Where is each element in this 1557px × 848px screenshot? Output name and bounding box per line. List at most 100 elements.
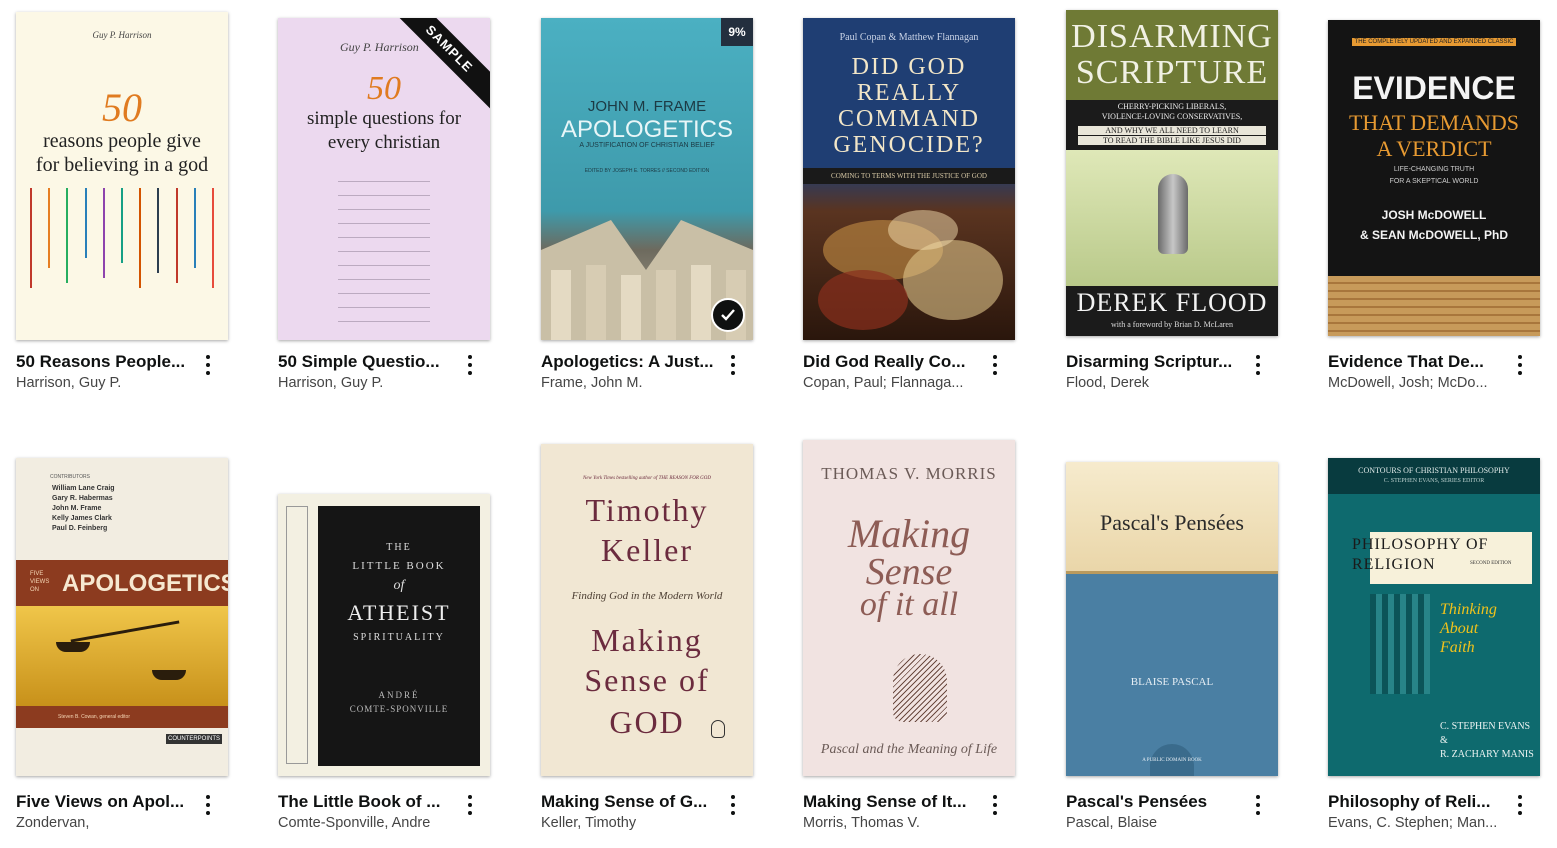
cover-title: RELIGION bbox=[1352, 556, 1436, 573]
scales-art bbox=[16, 606, 228, 706]
bomb-illustration bbox=[1066, 150, 1278, 286]
book-author: Comte-Sponville, Andre bbox=[278, 815, 431, 831]
parchment-art bbox=[1328, 276, 1540, 336]
book-title[interactable]: Philosophy of Reli... bbox=[1328, 792, 1506, 812]
more-options-icon[interactable] bbox=[462, 352, 478, 378]
book-cover[interactable]: Paul Copan & Matthew Flannagan DID GOD R… bbox=[803, 18, 1015, 340]
book-author: Zondervan, bbox=[16, 815, 90, 831]
cover-number: 50 bbox=[102, 85, 142, 130]
book-tile[interactable]: Guy P. Harrison 50 reasons people give f… bbox=[16, 0, 231, 391]
book-tile[interactable]: DISARMING SCRIPTURE CHERRY-PICKING LIBER… bbox=[1066, 0, 1281, 391]
cover-author: Keller bbox=[601, 532, 693, 568]
cover-author: THOMAS V. MORRIS bbox=[821, 464, 997, 483]
cover-author: Timothy bbox=[585, 492, 709, 528]
book-cover[interactable]: CONTOURS OF CHRISTIAN PHILOSOPHY C. STEP… bbox=[1328, 458, 1540, 776]
book-title[interactable]: 50 Simple Questio... bbox=[278, 352, 456, 372]
book-cover[interactable]: Guy P. Harrison 50 simple questions for … bbox=[278, 18, 490, 340]
book-title[interactable]: Five Views on Apol... bbox=[16, 792, 194, 812]
more-options-icon[interactable] bbox=[1512, 792, 1528, 818]
cover-banner: THE COMPLETELY UPDATED AND EXPANDED CLAS… bbox=[1352, 38, 1516, 46]
book-title[interactable]: Making Sense of G... bbox=[541, 792, 719, 812]
book-author: Evans, C. Stephen; Man... bbox=[1328, 815, 1498, 831]
pascal-portrait bbox=[893, 654, 947, 722]
more-options-icon[interactable] bbox=[462, 792, 478, 818]
more-options-icon[interactable] bbox=[987, 352, 1003, 378]
cover-title: of it all bbox=[859, 586, 959, 623]
book-author: Keller, Timothy bbox=[541, 815, 637, 831]
book-title[interactable]: 50 Reasons People... bbox=[16, 352, 194, 372]
cover-title: THE bbox=[386, 542, 412, 553]
book-author: Morris, Thomas V. bbox=[803, 815, 920, 831]
book-tile[interactable]: Paul Copan & Matthew Flannagan DID GOD R… bbox=[803, 0, 1018, 391]
cover-editor: EDITED BY JOSEPH E. TORRES // SECOND EDI… bbox=[584, 168, 710, 174]
cover-title: EVIDENCE bbox=[1352, 70, 1516, 106]
cover-subtitle: CHERRY-PICKING LIBERALS, bbox=[1117, 102, 1227, 111]
book-tile[interactable]: CONTRIBUTORS William Lane Craig Gary R. … bbox=[16, 440, 231, 831]
cover-title: simple questions for bbox=[306, 108, 462, 129]
cover-author: JOHN M. FRAME bbox=[587, 98, 707, 115]
cover-question-art bbox=[338, 168, 430, 328]
cover-title: Pascal's Pensées bbox=[1100, 510, 1244, 535]
cover-author: JOSH McDOWELL bbox=[1381, 208, 1487, 222]
book-title[interactable]: Pascal's Pensées bbox=[1066, 792, 1244, 812]
more-options-icon[interactable] bbox=[1512, 352, 1528, 378]
cover-title: Making bbox=[591, 622, 703, 658]
cover-title: every christian bbox=[327, 132, 441, 153]
book-cover[interactable]: DISARMING SCRIPTURE CHERRY-PICKING LIBER… bbox=[1066, 10, 1278, 336]
book-cover[interactable]: JOHN M. FRAME APOLOGETICS A JUSTIFICATIO… bbox=[541, 18, 753, 340]
book-tile[interactable]: CONTOURS OF CHRISTIAN PHILOSOPHY C. STEP… bbox=[1328, 440, 1543, 831]
more-options-icon[interactable] bbox=[200, 352, 216, 378]
cover-edition: SECOND EDITION bbox=[1470, 561, 1512, 566]
cover-title: reasons people give bbox=[43, 130, 201, 152]
book-tile[interactable]: THOMAS V. MORRIS Making Sense of it all … bbox=[803, 440, 1018, 831]
book-author: Frame, John M. bbox=[541, 375, 643, 391]
cover-title: A VERDICT bbox=[1376, 136, 1492, 161]
book-cover[interactable]: THOMAS V. MORRIS Making Sense of it all … bbox=[803, 440, 1015, 776]
book-cover[interactable]: Guy P. Harrison 50 reasons people give f… bbox=[16, 12, 228, 340]
book-cover[interactable]: New York Times bestselling author of THE… bbox=[541, 444, 753, 776]
book-title[interactable]: The Little Book of ... bbox=[278, 792, 456, 812]
book-cover[interactable]: Pascal's Pensées BLAISE PASCAL A PUBLIC … bbox=[1066, 462, 1278, 776]
book-cover[interactable]: THE COMPLETELY UPDATED AND EXPANDED CLAS… bbox=[1328, 20, 1540, 336]
book-cover[interactable]: THE LITTLE BOOK of ATHEIST SPIRITUALITY … bbox=[278, 494, 490, 776]
book-cover[interactable]: CONTRIBUTORS William Lane Craig Gary R. … bbox=[16, 458, 228, 776]
more-options-icon[interactable] bbox=[987, 792, 1003, 818]
cover-title: for believing in a god bbox=[35, 154, 209, 176]
cover-subtitle: Pascal and the Meaning of Life bbox=[820, 742, 998, 757]
cover-author: COMTE-SPONVILLE bbox=[349, 704, 449, 714]
book-title[interactable]: Evidence That De... bbox=[1328, 352, 1506, 372]
book-title[interactable]: Apologetics: A Just... bbox=[541, 352, 719, 372]
downloaded-check-icon bbox=[711, 298, 745, 332]
cover-title: APOLOGETICS bbox=[560, 116, 734, 143]
penguin-icon bbox=[711, 720, 725, 738]
book-author: McDowell, Josh; McDo... bbox=[1328, 375, 1488, 391]
book-tile[interactable]: New York Times bestselling author of THE… bbox=[541, 440, 756, 831]
book-title[interactable]: Making Sense of It... bbox=[803, 792, 981, 812]
more-options-icon[interactable] bbox=[725, 352, 741, 378]
book-title[interactable]: Disarming Scriptur... bbox=[1066, 352, 1244, 372]
book-author: Harrison, Guy P. bbox=[278, 375, 384, 391]
cover-subtitle: VIOLENCE-LOVING CONSERVATIVES, bbox=[1101, 112, 1243, 121]
cover-title: DID GOD bbox=[851, 54, 967, 80]
more-options-icon[interactable] bbox=[1250, 792, 1266, 818]
book-author: Harrison, Guy P. bbox=[16, 375, 122, 391]
cover-title: COMMAND bbox=[837, 106, 980, 132]
cover-subtitle: COMING TO TERMS WITH THE JUSTICE OF GOD bbox=[803, 168, 1015, 184]
spine-art bbox=[286, 506, 308, 764]
cover-series: CONTOURS OF CHRISTIAN PHILOSOPHY bbox=[1358, 466, 1510, 475]
book-tile[interactable]: Guy P. Harrison 50 simple questions for … bbox=[278, 0, 493, 391]
book-tile[interactable]: JOHN M. FRAME APOLOGETICS A JUSTIFICATIO… bbox=[541, 0, 756, 391]
book-tile[interactable]: THE COMPLETELY UPDATED AND EXPANDED CLAS… bbox=[1328, 0, 1543, 391]
more-options-icon[interactable] bbox=[200, 792, 216, 818]
painting-art bbox=[818, 210, 1003, 330]
book-tile[interactable]: Pascal's Pensées BLAISE PASCAL A PUBLIC … bbox=[1066, 440, 1281, 831]
book-title[interactable]: Did God Really Co... bbox=[803, 352, 981, 372]
cover-title: LITTLE BOOK bbox=[352, 560, 446, 572]
book-tile[interactable]: THE LITTLE BOOK of ATHEIST SPIRITUALITY … bbox=[278, 440, 493, 831]
more-options-icon[interactable] bbox=[1250, 352, 1266, 378]
cover-author: Paul Copan & Matthew Flannagan bbox=[839, 32, 979, 43]
cover-title: APOLOGETICS bbox=[62, 570, 228, 597]
cover-title: PHILOSOPHY OF bbox=[1352, 536, 1489, 553]
cover-contributors: William Lane Craig Gary R. Habermas John… bbox=[52, 485, 115, 532]
more-options-icon[interactable] bbox=[725, 792, 741, 818]
